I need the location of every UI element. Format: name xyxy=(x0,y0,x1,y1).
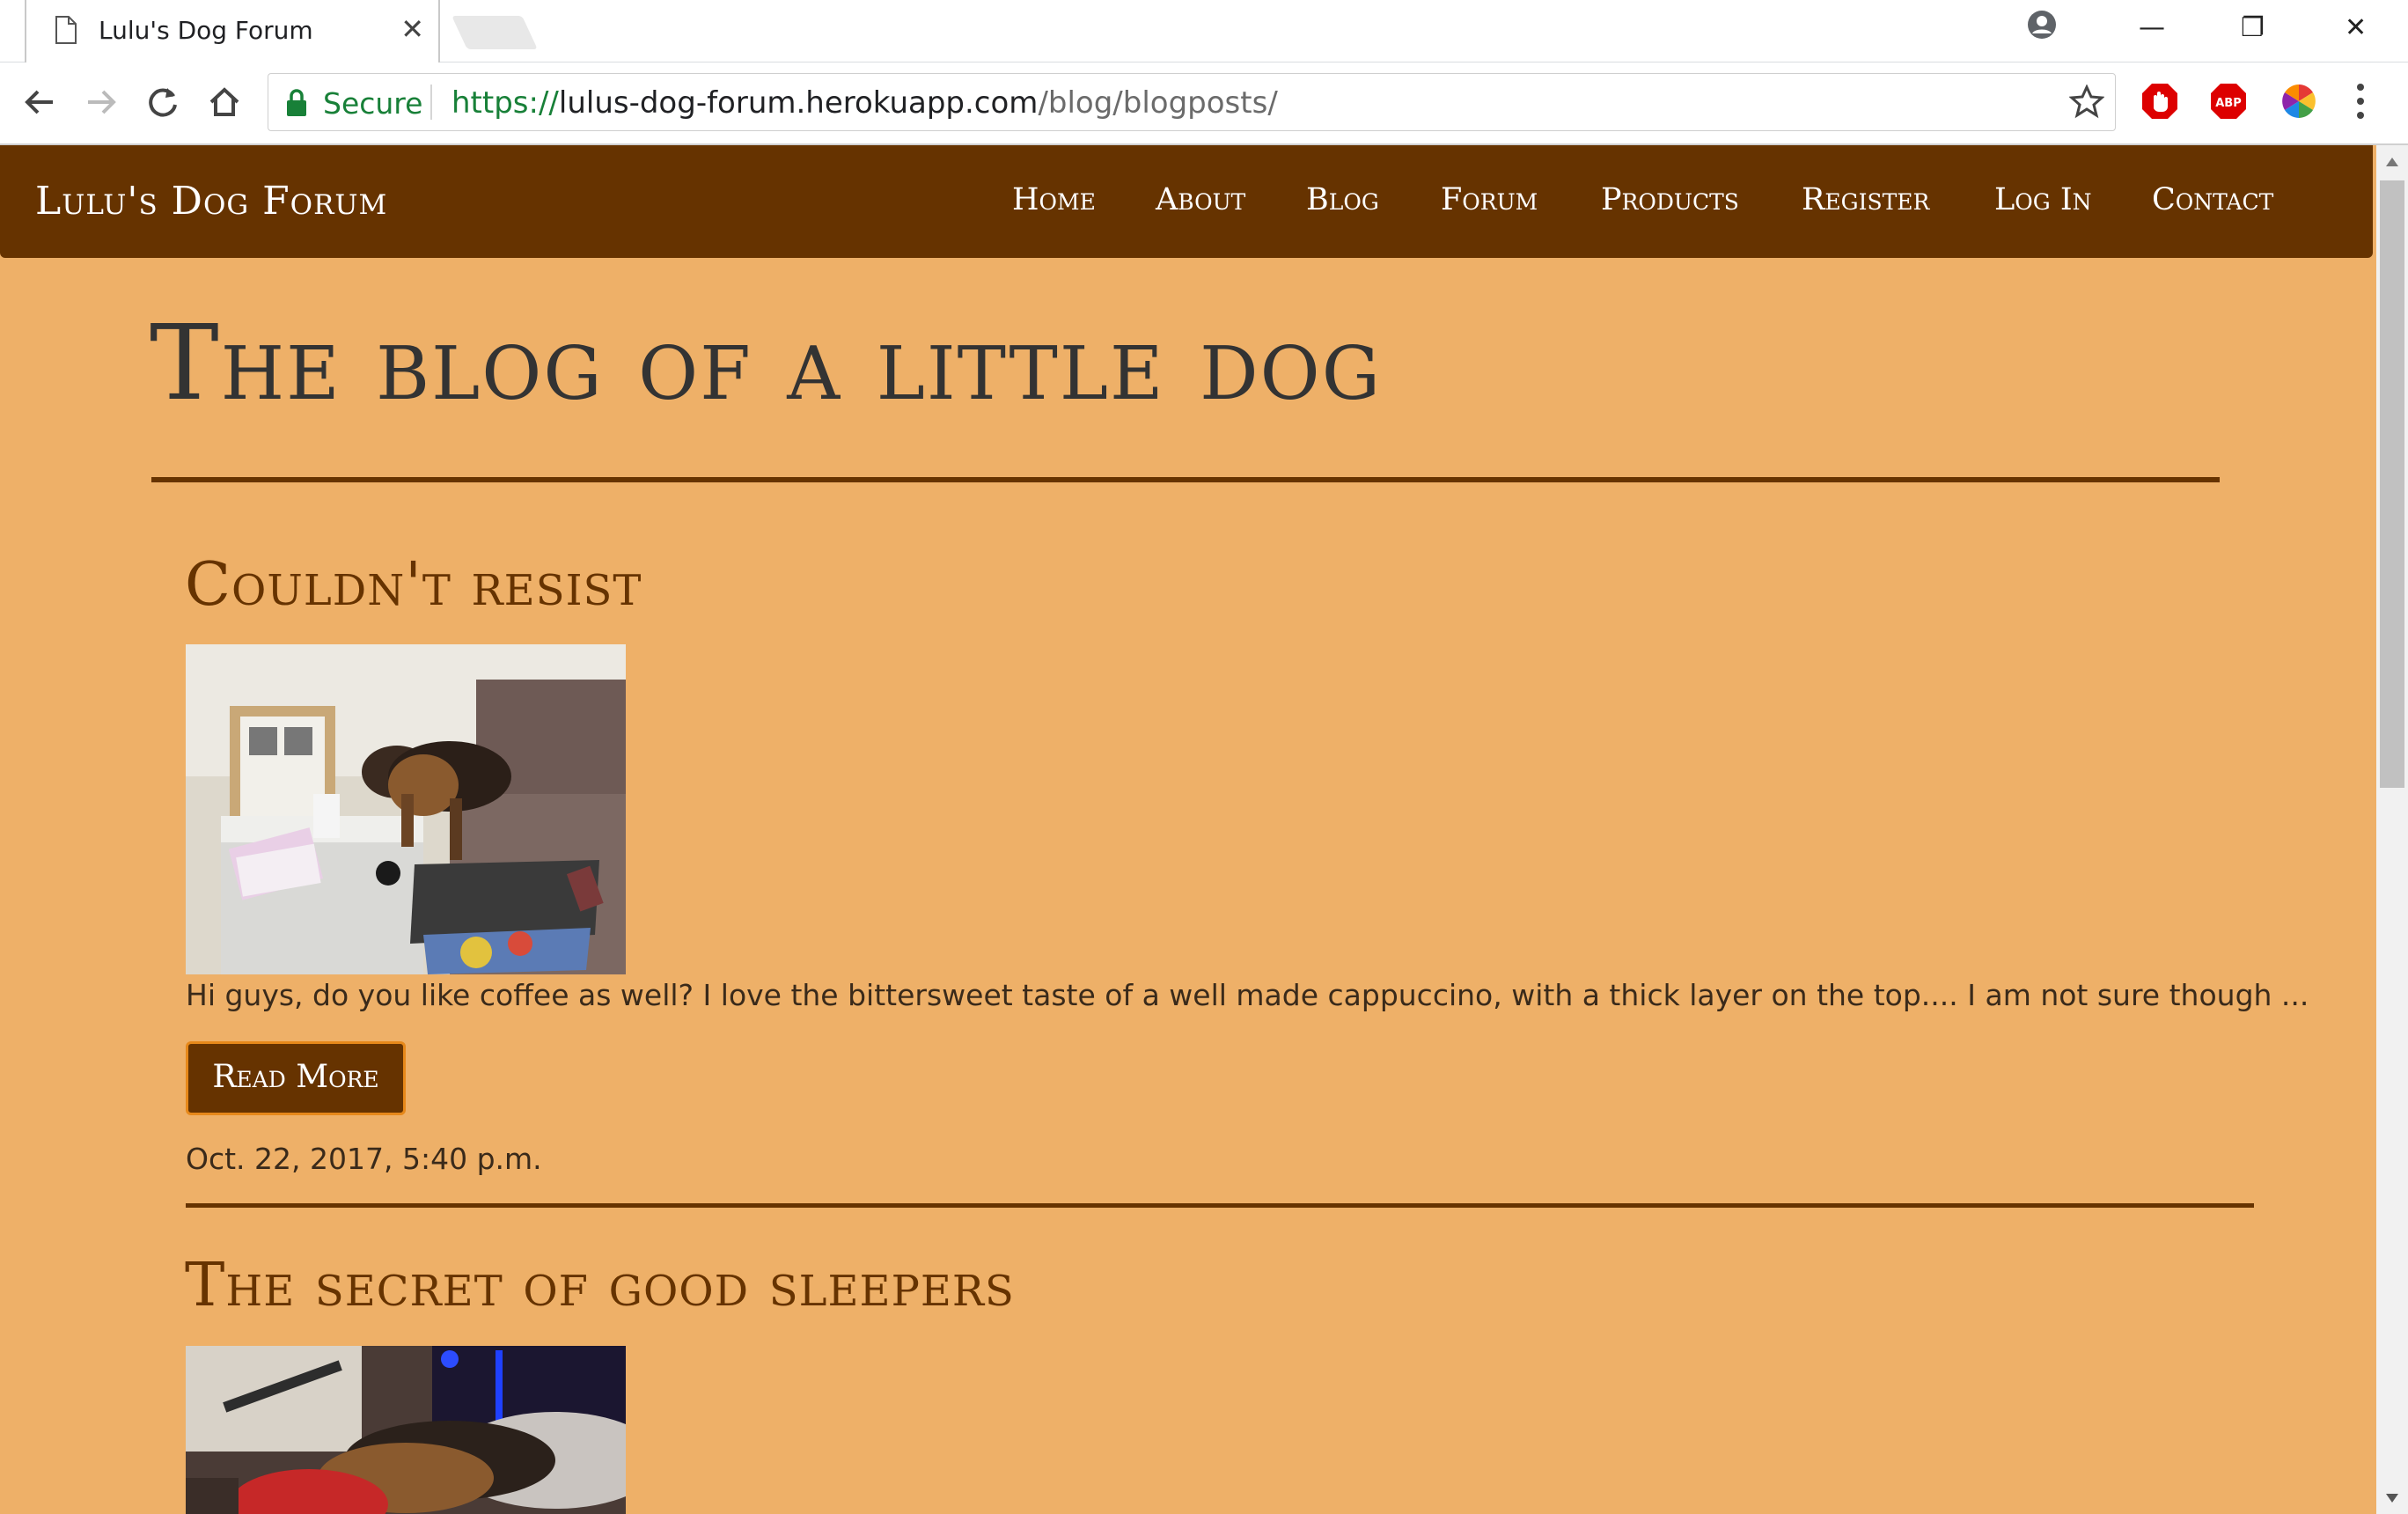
nav-products[interactable]: Products xyxy=(1601,182,1739,217)
post-image[interactable] xyxy=(186,644,626,974)
post-title[interactable]: The secret of good sleepers xyxy=(185,1251,1015,1320)
new-tab-button[interactable] xyxy=(452,16,538,49)
omnibox-divider xyxy=(430,85,432,120)
color-wheel-icon[interactable] xyxy=(2280,82,2318,124)
reload-icon[interactable] xyxy=(144,84,181,124)
stop-icon[interactable] xyxy=(2140,82,2179,124)
profile-icon[interactable] xyxy=(2026,9,2058,44)
page-title: The blog of a little dog xyxy=(150,302,1383,423)
nav-forum[interactable]: Forum xyxy=(1441,182,1538,217)
secure-label: Secure xyxy=(323,86,423,121)
post-image[interactable] xyxy=(186,1346,626,1514)
browser-tab[interactable]: Lulu's Dog Forum ✕ xyxy=(25,0,440,62)
post-date: Oct. 22, 2017, 5:40 p.m. xyxy=(186,1142,542,1176)
document-icon xyxy=(55,16,77,48)
minimize-button[interactable]: — xyxy=(2139,12,2165,44)
nav-blog[interactable]: Blog xyxy=(1306,182,1379,217)
nav-about[interactable]: About xyxy=(1156,182,1245,217)
tab-title: Lulu's Dog Forum xyxy=(99,16,313,45)
site-brand[interactable]: Lulu's Dog Forum xyxy=(35,179,387,224)
browser-toolbar: Secure https://lulus-dog-forum.herokuapp… xyxy=(0,62,2408,145)
post-title[interactable]: Couldn't resist xyxy=(185,550,642,620)
url-host: lulus-dog-forum.herokuapp.com xyxy=(558,85,1039,121)
restore-button[interactable]: ❐ xyxy=(2241,12,2265,44)
nav-register[interactable]: Register xyxy=(1802,182,1929,217)
bookmark-star-icon[interactable] xyxy=(2068,84,2105,123)
scroll-down-arrow-icon[interactable] xyxy=(2385,1490,2399,1507)
scrollbar-thumb[interactable] xyxy=(2380,180,2404,788)
svg-text:ABP: ABP xyxy=(2215,97,2242,110)
scroll-up-arrow-icon[interactable] xyxy=(2385,154,2399,171)
title-divider xyxy=(151,477,2220,482)
url-scheme: https:// xyxy=(452,85,559,121)
address-bar[interactable]: Secure https://lulus-dog-forum.herokuapp… xyxy=(268,73,2116,131)
lock-icon xyxy=(284,88,309,121)
read-more-button[interactable]: Read More xyxy=(186,1041,406,1115)
url-path: /blog/blogposts/ xyxy=(1038,85,1278,121)
home-icon[interactable] xyxy=(206,84,243,124)
forward-arrow-icon[interactable] xyxy=(83,84,120,124)
url-text[interactable]: https://lulus-dog-forum.herokuapp.com/bl… xyxy=(452,85,1278,121)
back-arrow-icon[interactable] xyxy=(21,84,58,124)
browser-menu-icon[interactable] xyxy=(2355,80,2366,126)
tab-close-icon[interactable]: ✕ xyxy=(400,15,424,43)
post-divider xyxy=(186,1203,2254,1208)
site-navbar: Lulu's Dog Forum Home About Blog Forum P… xyxy=(0,145,2373,258)
close-window-button[interactable]: ✕ xyxy=(2345,12,2367,44)
adblock-icon[interactable]: ABP xyxy=(2209,82,2248,124)
page-scrollbar[interactable] xyxy=(2376,145,2408,1514)
nav-contact[interactable]: Contact xyxy=(2152,182,2273,217)
post-excerpt: Hi guys, do you like coffee as well? I l… xyxy=(186,978,2309,1012)
nav-home[interactable]: Home xyxy=(1012,182,1096,217)
page-viewport: Lulu's Dog Forum Home About Blog Forum P… xyxy=(0,145,2376,1514)
tab-strip: Lulu's Dog Forum ✕ — ❐ ✕ xyxy=(0,0,2408,62)
nav-login[interactable]: Log In xyxy=(1994,182,2092,217)
